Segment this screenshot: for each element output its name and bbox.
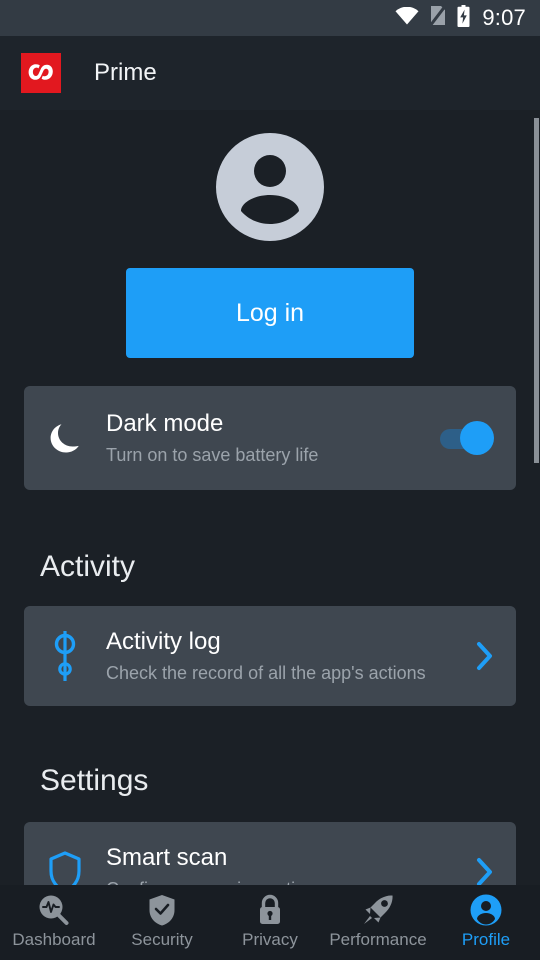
app-bar: Prime bbox=[0, 36, 540, 110]
dark-mode-title: Dark mode bbox=[106, 409, 224, 437]
settings-section-header: Settings bbox=[40, 764, 149, 797]
activity-log-title: Activity log bbox=[106, 627, 221, 655]
status-bar: 9:07 bbox=[0, 0, 540, 36]
nav-label-profile: Profile bbox=[461, 930, 511, 949]
activity-log-row[interactable]: Activity log Check the record of all the… bbox=[24, 606, 516, 706]
moon-icon bbox=[24, 422, 106, 454]
avira-logo-icon bbox=[21, 53, 61, 93]
user-avatar-icon[interactable] bbox=[216, 133, 324, 241]
nav-item-profile[interactable]: Profile bbox=[432, 893, 540, 948]
scroll-content[interactable]: Log in Dark mode Turn on to save battery… bbox=[0, 110, 540, 885]
activity-log-subtitle: Check the record of all the app's action… bbox=[106, 662, 426, 683]
dark-mode-toggle[interactable] bbox=[440, 421, 494, 455]
dark-mode-card[interactable]: Dark mode Turn on to save battery life bbox=[24, 386, 516, 490]
timeline-icon bbox=[24, 630, 106, 682]
scrollbar[interactable] bbox=[530, 110, 540, 885]
sim-missing-icon bbox=[429, 4, 448, 31]
avatar-container bbox=[0, 110, 540, 241]
nav-label-security: Security bbox=[131, 930, 193, 949]
smart-scan-row[interactable]: Smart scan Configure scanning options bbox=[24, 822, 516, 885]
bottom-navigation-bar: Dashboard Security Privacy Performance P… bbox=[0, 885, 540, 960]
chevron-right-icon[interactable] bbox=[476, 857, 494, 885]
nav-label-performance: Performance bbox=[329, 930, 427, 949]
wifi-icon bbox=[395, 6, 419, 30]
chevron-right-icon[interactable] bbox=[476, 641, 494, 671]
nav-item-security[interactable]: Security bbox=[108, 893, 216, 948]
app-screen: 9:07 Prime Log in Dark mode Turn on to s… bbox=[0, 0, 540, 960]
nav-label-dashboard: Dashboard bbox=[12, 930, 96, 949]
person-circle-icon bbox=[470, 893, 502, 927]
scan-magnifier-icon bbox=[37, 893, 71, 927]
status-bar-clock: 9:07 bbox=[482, 5, 526, 30]
dark-mode-text: Dark mode Turn on to save battery life bbox=[106, 410, 440, 466]
shield-check-icon bbox=[148, 893, 176, 927]
nav-item-performance[interactable]: Performance bbox=[324, 893, 432, 948]
lock-icon bbox=[257, 893, 283, 927]
nav-item-privacy[interactable]: Privacy bbox=[216, 893, 324, 948]
nav-item-dashboard[interactable]: Dashboard bbox=[0, 893, 108, 948]
activity-section-header: Activity bbox=[40, 550, 136, 583]
login-button[interactable]: Log in bbox=[126, 268, 414, 358]
battery-charging-icon bbox=[457, 4, 470, 32]
activity-log-text: Activity log Check the record of all the… bbox=[106, 628, 466, 684]
app-title: Prime bbox=[94, 59, 157, 86]
status-bar-icons bbox=[395, 4, 470, 32]
dark-mode-subtitle: Turn on to save battery life bbox=[106, 444, 319, 465]
rocket-icon bbox=[362, 893, 394, 927]
nav-label-privacy: Privacy bbox=[242, 930, 298, 949]
scrollbar-thumb[interactable] bbox=[534, 118, 539, 463]
shield-icon bbox=[24, 851, 106, 885]
smart-scan-title: Smart scan bbox=[106, 843, 228, 871]
toggle-thumb bbox=[460, 421, 494, 455]
smart-scan-text: Smart scan Configure scanning options bbox=[106, 844, 466, 885]
